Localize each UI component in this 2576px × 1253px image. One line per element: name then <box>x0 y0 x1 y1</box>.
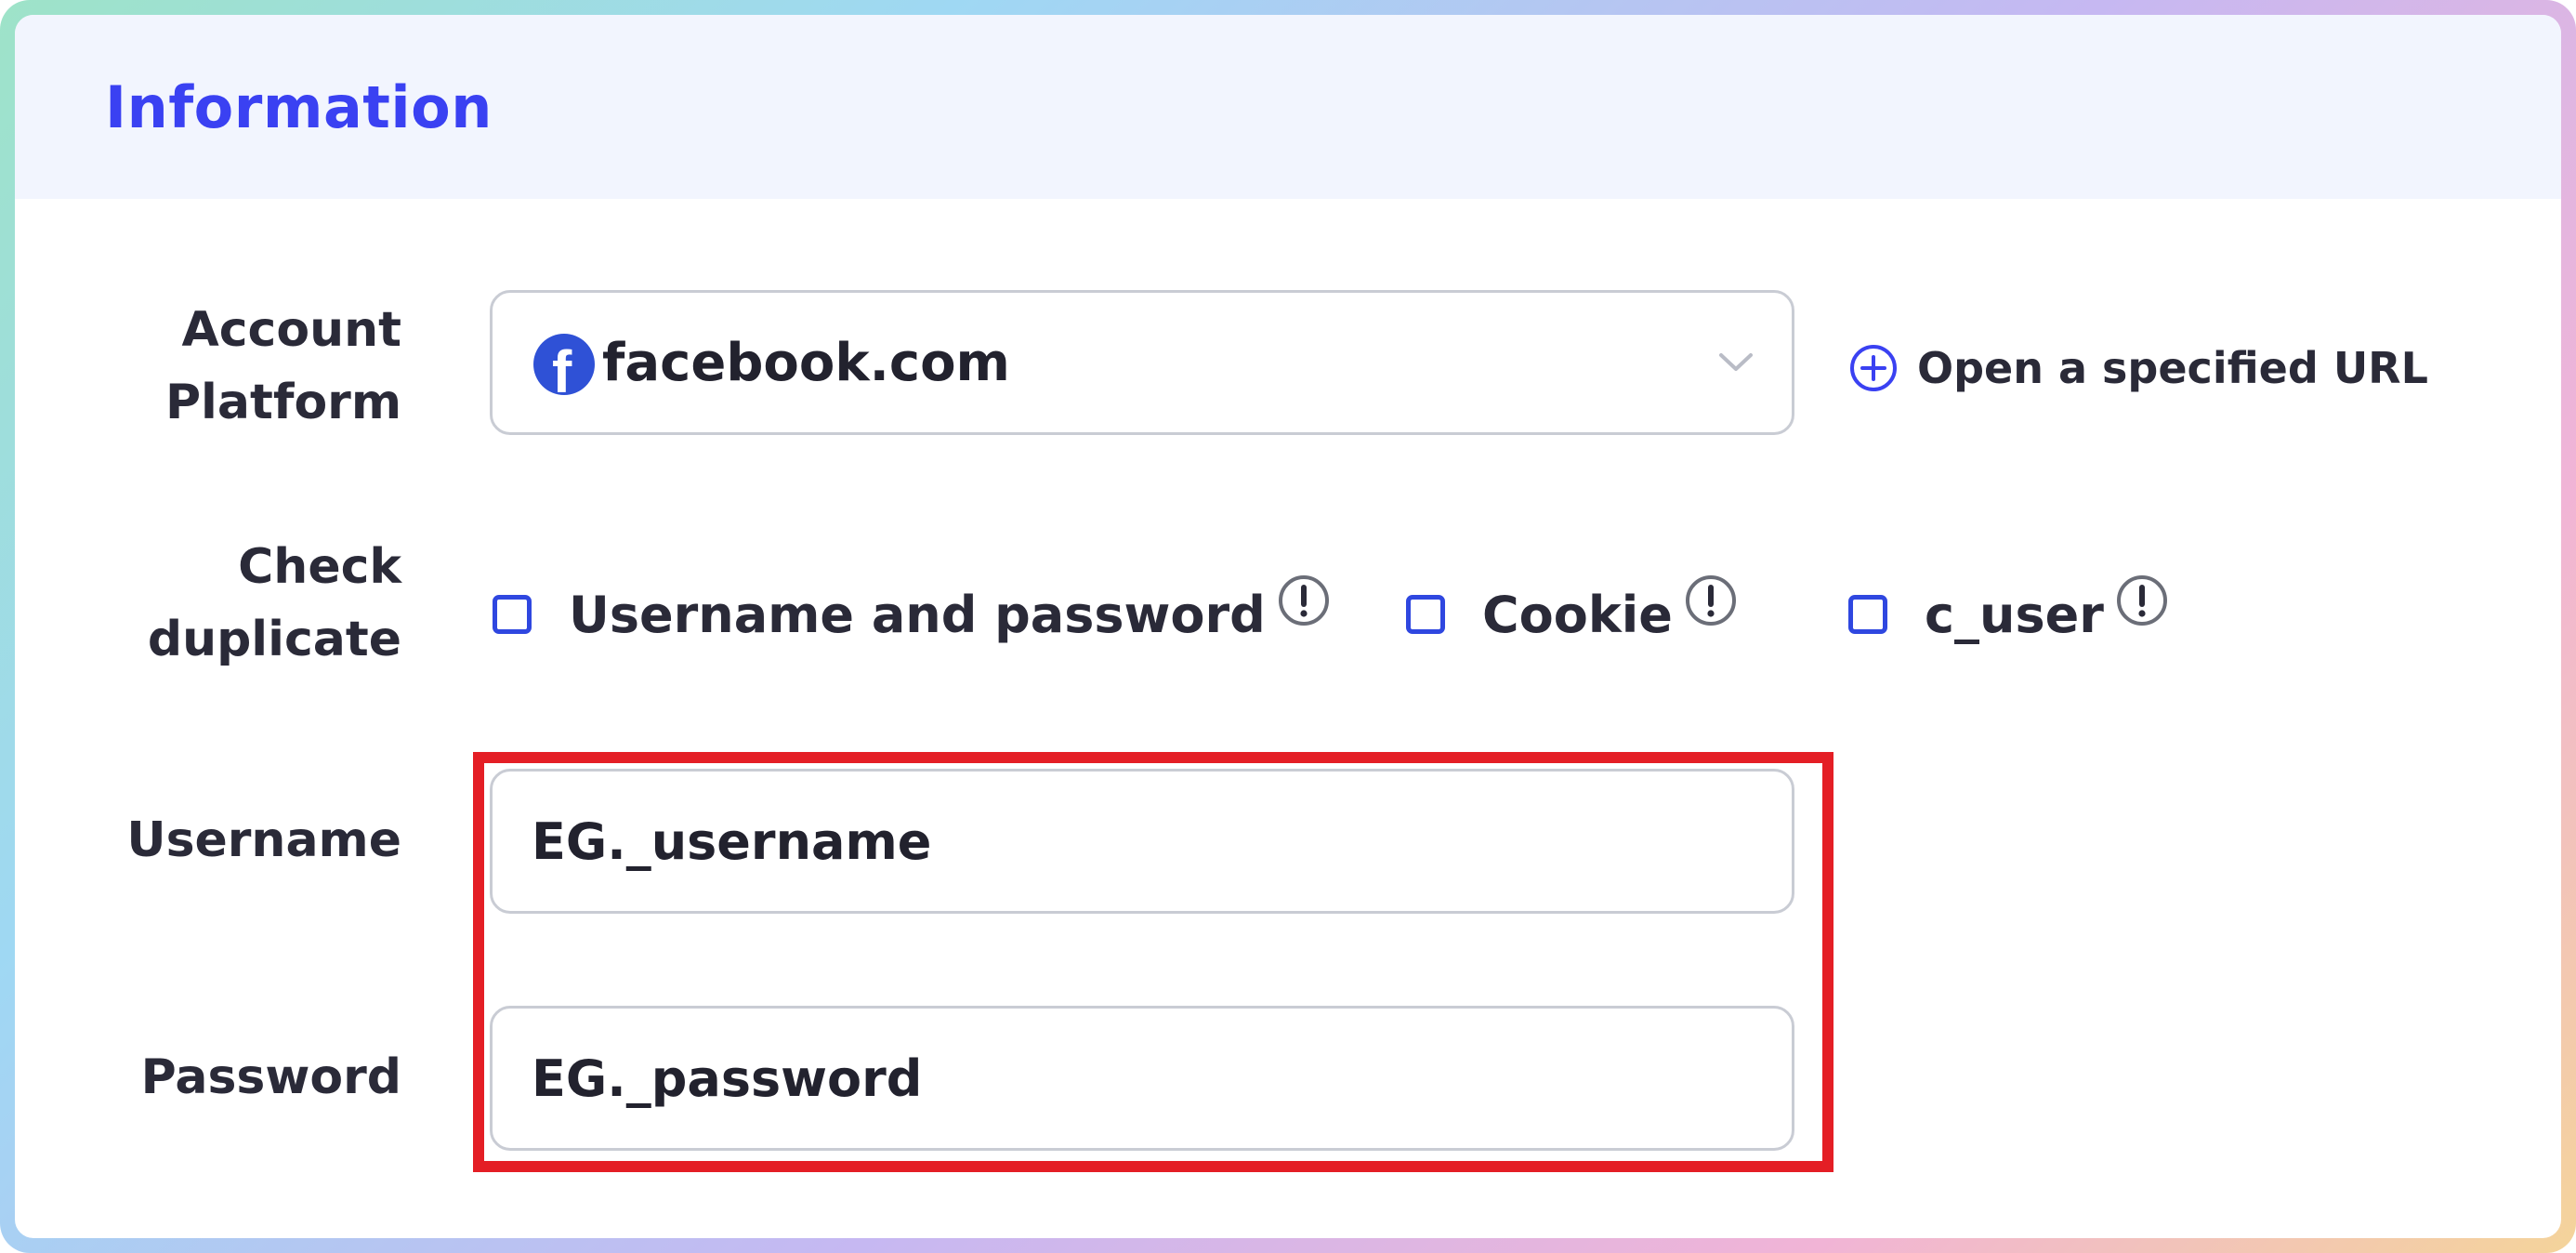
c-user-checkbox-label: c_user <box>1925 585 2104 644</box>
facebook-icon: f <box>533 334 595 395</box>
panel-title: Information <box>105 73 493 141</box>
check-duplicate-label-line2: duplicate <box>147 612 401 667</box>
chevron-down-icon <box>1719 353 1753 371</box>
exclamation-circle-icon[interactable] <box>1684 574 1738 627</box>
panel-header: Information <box>15 15 2561 199</box>
open-url-label: Open a specified URL <box>1917 343 2428 393</box>
check-duplicate-label: Check duplicate <box>148 531 401 676</box>
check-c-user[interactable]: c_user <box>1848 573 2169 656</box>
check-duplicate-label-line1: Check <box>238 539 401 595</box>
account-platform-label-line2: Platform <box>164 375 401 430</box>
account-platform-label-line1: Account <box>181 302 401 358</box>
open-url-button[interactable]: Open a specified URL <box>1848 331 2428 405</box>
exclamation-circle-icon[interactable] <box>2115 574 2169 627</box>
information-panel: Information Account Platform f facebook.… <box>15 15 2561 1238</box>
plus-circle-icon <box>1850 345 1897 391</box>
exclamation-circle-icon[interactable] <box>1277 574 1331 627</box>
username-password-checkbox[interactable] <box>493 595 532 634</box>
account-platform-value: facebook.com <box>602 333 1010 393</box>
account-platform-label: Account Platform <box>165 294 401 439</box>
cookie-checkbox-label: Cookie <box>1482 585 1673 644</box>
cookie-checkbox[interactable] <box>1406 595 1445 634</box>
account-platform-select[interactable]: f facebook.com <box>490 290 1794 435</box>
check-cookie[interactable]: Cookie <box>1406 573 1738 656</box>
credentials-highlight-box <box>473 752 1833 1172</box>
password-label: Password <box>140 1049 401 1105</box>
c-user-checkbox[interactable] <box>1848 595 1887 634</box>
check-username-password[interactable]: Username and password <box>493 573 1331 656</box>
username-password-checkbox-label: Username and password <box>569 585 1266 644</box>
username-label: Username <box>126 812 401 868</box>
